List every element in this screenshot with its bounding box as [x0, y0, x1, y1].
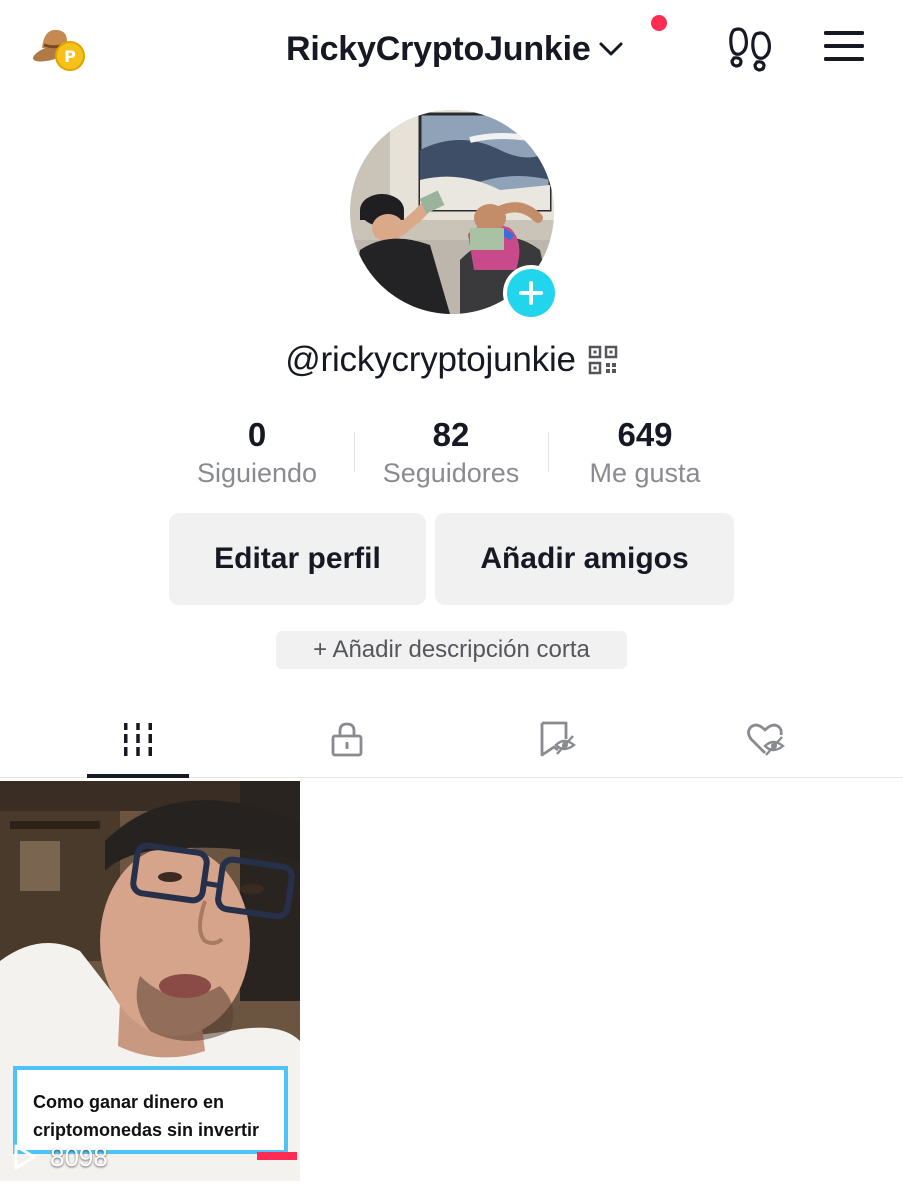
profile-tabs [0, 700, 903, 778]
stat-likes[interactable]: 649 Me gusta [548, 414, 742, 490]
add-bio-button[interactable]: + Añadir descripción corta [276, 631, 627, 669]
tab-private[interactable] [247, 700, 447, 778]
profile-stats: 0 Siguiendo 82 Seguidores 649 Me gusta [160, 414, 743, 494]
svg-text:P: P [64, 47, 76, 66]
stat-value: 0 [247, 416, 267, 453]
profile-username-title: RickyCryptoJunkie [286, 29, 591, 68]
active-tab-indicator [87, 774, 189, 778]
promo-coin-icon[interactable]: P [30, 18, 90, 74]
view-count-value: 8098 [50, 1141, 108, 1172]
notification-dot [651, 15, 667, 31]
stat-followers[interactable]: 82 Seguidores [354, 414, 548, 490]
tab-saved[interactable] [456, 700, 656, 778]
add-friends-button[interactable]: Añadir amigos [435, 513, 734, 605]
lock-icon [331, 722, 363, 757]
add-avatar-button[interactable] [503, 265, 559, 321]
stat-value: 649 [617, 416, 673, 453]
play-icon [14, 1144, 36, 1170]
stat-label: Siguiendo [196, 458, 318, 488]
stat-following[interactable]: 0 Siguiendo [160, 414, 354, 490]
stat-value: 82 [432, 416, 470, 453]
profile-handle: @rickycryptojunkie [285, 340, 576, 379]
caption-accent [257, 1152, 297, 1160]
bookmark-hidden-icon [540, 721, 576, 757]
stat-label: Seguidores [382, 458, 520, 488]
stat-label: Me gusta [589, 458, 701, 488]
qr-code-icon[interactable] [588, 345, 618, 375]
chevron-down-icon [599, 42, 623, 56]
video-thumbnail[interactable]: Como ganar dinero en criptomonedas sin i… [0, 781, 300, 1181]
tab-liked[interactable] [665, 700, 865, 778]
video-view-count: 8098 [12, 1140, 108, 1174]
top-bar: P RickyCryptoJunkie [0, 0, 903, 96]
handle-row: @rickycryptojunkie [0, 334, 903, 386]
menu-icon[interactable] [822, 28, 866, 64]
grid-icon [124, 723, 152, 756]
account-switcher[interactable]: RickyCryptoJunkie [286, 26, 625, 72]
tab-videos[interactable] [38, 700, 238, 778]
heart-hidden-icon [747, 723, 785, 756]
video-caption-text: Como ganar dinero en criptomonedas sin i… [33, 1092, 260, 1140]
edit-profile-button[interactable]: Editar perfil [169, 513, 426, 605]
plus-icon [507, 269, 555, 317]
footprints-icon[interactable] [726, 24, 776, 72]
